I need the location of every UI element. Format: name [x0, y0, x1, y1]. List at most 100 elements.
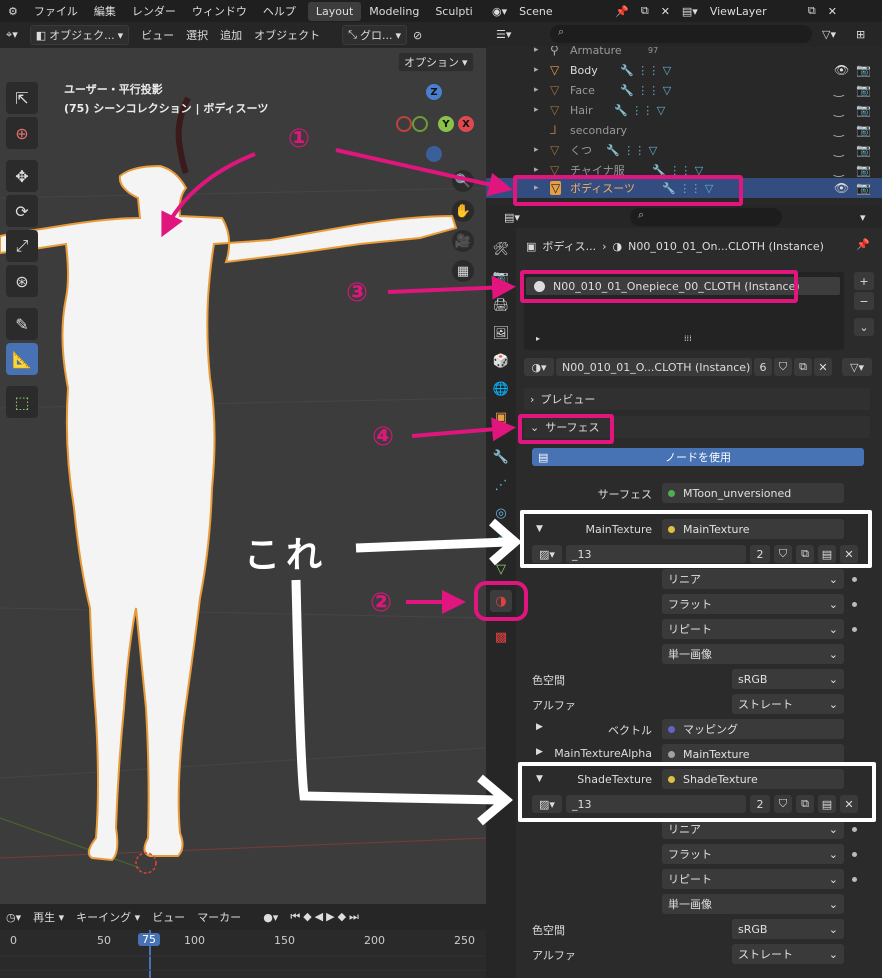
slot-specials-button[interactable]: ⌄: [854, 318, 874, 336]
menu-window[interactable]: ウィンドウ: [184, 3, 255, 19]
transform-tool-icon[interactable]: ⊛: [6, 265, 38, 297]
options-dropdown[interactable]: オプション ▾: [398, 52, 474, 72]
new-view-layer-icon[interactable]: ⧉: [802, 2, 822, 20]
scale-tool-icon[interactable]: ⤢: [6, 230, 38, 262]
fake-user-shield-icon[interactable]: ⛉: [774, 358, 792, 376]
extension-dropdown[interactable]: リピート ⌄: [662, 619, 844, 639]
scene-name[interactable]: Scene: [513, 3, 609, 20]
unlink-material-icon[interactable]: ✕: [814, 358, 832, 376]
output-tab-icon[interactable]: 🖨: [490, 294, 512, 316]
pin-icon[interactable]: 📌: [856, 238, 870, 251]
timeline-editor-icon[interactable]: ◷▾: [0, 909, 27, 926]
workspace-tab-sculpting[interactable]: Sculpti: [427, 2, 480, 21]
gizmo-y-axis[interactable]: Y: [438, 116, 454, 132]
playback-controls[interactable]: ⏮◆◀▶◆⏭: [284, 908, 368, 926]
world-tab-icon[interactable]: 🌐: [490, 378, 512, 400]
interpolation-dropdown[interactable]: リニア ⌄: [662, 569, 844, 589]
alpha-mode-dropdown-2[interactable]: ストレート ⌄: [732, 944, 844, 964]
surface-shader-field[interactable]: MToon_unversioned: [662, 483, 844, 503]
gizmo-neg-x-axis[interactable]: [396, 116, 412, 132]
scene-tab-icon[interactable]: 🎲: [490, 350, 512, 372]
add-cube-tool-icon[interactable]: ⬚: [6, 386, 38, 418]
render-camera-icon[interactable]: 📷: [856, 103, 871, 117]
navigation-gizmo[interactable]: Z Y X: [392, 80, 482, 170]
view-layer-tab-icon[interactable]: 🖼: [490, 322, 512, 344]
physics-tab-icon[interactable]: ◎: [490, 502, 512, 524]
mode-dropdown[interactable]: ◧ オブジェク... ▾: [29, 25, 130, 45]
camera-icon[interactable]: 🎥: [452, 230, 474, 252]
menu-view[interactable]: ビュー: [135, 25, 180, 45]
rotate-tool-icon[interactable]: ⟳: [6, 195, 38, 227]
preview-panel-header[interactable]: › プレビュー: [524, 388, 870, 410]
transform-orientation-dropdown[interactable]: ⤡ グロ... ▾: [342, 25, 407, 45]
new-scene-icon[interactable]: ⧉: [635, 2, 655, 20]
menu-add[interactable]: 追加: [214, 25, 248, 45]
expand-icon[interactable]: ▸: [534, 165, 539, 175]
render-tab-icon[interactable]: 📷: [490, 266, 512, 288]
modifier-tab-icon[interactable]: 🔧: [490, 446, 512, 468]
view-layer-icon[interactable]: ▤▾: [676, 3, 704, 20]
zoom-icon[interactable]: 🔍: [452, 170, 474, 192]
eye-closed-icon[interactable]: ‿: [834, 143, 844, 157]
gizmo-neg-z-axis[interactable]: [426, 146, 442, 162]
menu-file[interactable]: ファイル: [26, 3, 86, 19]
cursor-tool-icon[interactable]: ⊕: [6, 117, 38, 149]
extension-dropdown-2[interactable]: リピート ⌄: [662, 869, 844, 889]
particles-tab-icon[interactable]: ⋰: [490, 474, 512, 496]
material-name-field[interactable]: N00_010_01_O...CLOTH (Instance): [556, 358, 752, 376]
outliner-search-field[interactable]: ⌕: [550, 25, 812, 43]
measure-tool-icon[interactable]: 📐: [6, 343, 38, 375]
gizmo-x-axis[interactable]: X: [458, 116, 474, 132]
outliner-row-secondary[interactable]: ⅃ secondary ‿ 📷: [486, 120, 882, 140]
outliner-display-mode-icon[interactable]: ☰▾: [490, 26, 517, 43]
outliner-row-shoes[interactable]: ▸ ▽ くつ 🔧 ⋮⋮ ▽ ‿ 📷: [486, 140, 882, 160]
menu-edit[interactable]: 編集: [86, 3, 124, 19]
gizmo-neg-y-axis[interactable]: [412, 116, 428, 132]
grid-icon[interactable]: ▦: [452, 260, 474, 282]
constraints-tab-icon[interactable]: ⊗: [490, 530, 512, 552]
properties-search-field[interactable]: ⌕: [630, 208, 782, 226]
expand-icon[interactable]: ▸: [534, 85, 539, 95]
expand-icon[interactable]: ▶: [536, 747, 543, 757]
render-camera-icon[interactable]: 📷: [856, 123, 871, 137]
outliner-row-hair[interactable]: ▸ ▽ Hair 🔧 ⋮⋮ ▽ ‿ 📷: [486, 100, 882, 120]
eye-closed-icon[interactable]: ‿: [834, 163, 844, 177]
tool-tab-icon[interactable]: 🛠: [490, 238, 512, 260]
outliner-row-body[interactable]: ▸ ▽ Body 🔧 ⋮⋮ ▽ 👁 📷: [486, 60, 882, 80]
link-dropdown[interactable]: ▽▾: [842, 358, 872, 376]
render-camera-icon[interactable]: 📷: [856, 181, 871, 195]
texture-tab-icon[interactable]: ▩: [490, 626, 512, 648]
alpha-mode-dropdown[interactable]: ストレート ⌄: [732, 694, 844, 714]
material-users-count[interactable]: 6: [754, 358, 772, 376]
menu-object[interactable]: オブジェクト: [248, 25, 326, 45]
pan-hand-icon[interactable]: ✋: [452, 200, 474, 222]
menu-playback[interactable]: 再生 ▾: [27, 907, 70, 927]
current-frame-badge[interactable]: 75: [138, 933, 160, 946]
colorspace-dropdown-2[interactable]: sRGB ⌄: [732, 919, 844, 939]
list-resize-handle[interactable]: ⁞⁞⁞: [684, 334, 692, 343]
render-camera-icon[interactable]: 📷: [856, 63, 871, 77]
eye-closed-icon[interactable]: ‿: [834, 103, 844, 117]
menu-render[interactable]: レンダー: [124, 3, 184, 19]
outliner-row-armature[interactable]: ▸ ⚲ Armature 97: [486, 46, 882, 60]
annotate-tool-icon[interactable]: ✎: [6, 308, 38, 340]
use-nodes-button[interactable]: ▤ ノードを使用: [532, 448, 864, 466]
pivot-icon[interactable]: ⊘: [407, 27, 428, 44]
properties-options-icon[interactable]: ▾: [854, 209, 872, 226]
new-collection-icon[interactable]: ⊞: [850, 26, 871, 43]
record-icon[interactable]: ●▾: [257, 909, 284, 926]
render-camera-icon[interactable]: 📷: [856, 143, 871, 157]
eye-closed-icon[interactable]: ‿: [834, 123, 844, 137]
blender-logo-icon[interactable]: ⚙: [0, 5, 26, 18]
close-icon[interactable]: ✕: [655, 3, 676, 20]
remove-slot-button[interactable]: −: [854, 292, 874, 310]
filter-icon[interactable]: ▽▾: [816, 26, 842, 43]
menu-marker[interactable]: マーカー: [191, 907, 247, 927]
outliner-row-face[interactable]: ▸ ▽ Face 🔧 ⋮⋮ ▽ ‿ 📷: [486, 80, 882, 100]
eye-icon[interactable]: 👁: [834, 63, 849, 77]
remove-view-layer-icon[interactable]: ✕: [822, 3, 843, 20]
duplicate-material-icon[interactable]: ⧉: [794, 358, 812, 376]
pin-icon[interactable]: 📌: [609, 3, 635, 20]
editor-type-icon[interactable]: ⌖▾: [0, 26, 24, 44]
menu-timeline-view[interactable]: ビュー: [146, 907, 191, 927]
